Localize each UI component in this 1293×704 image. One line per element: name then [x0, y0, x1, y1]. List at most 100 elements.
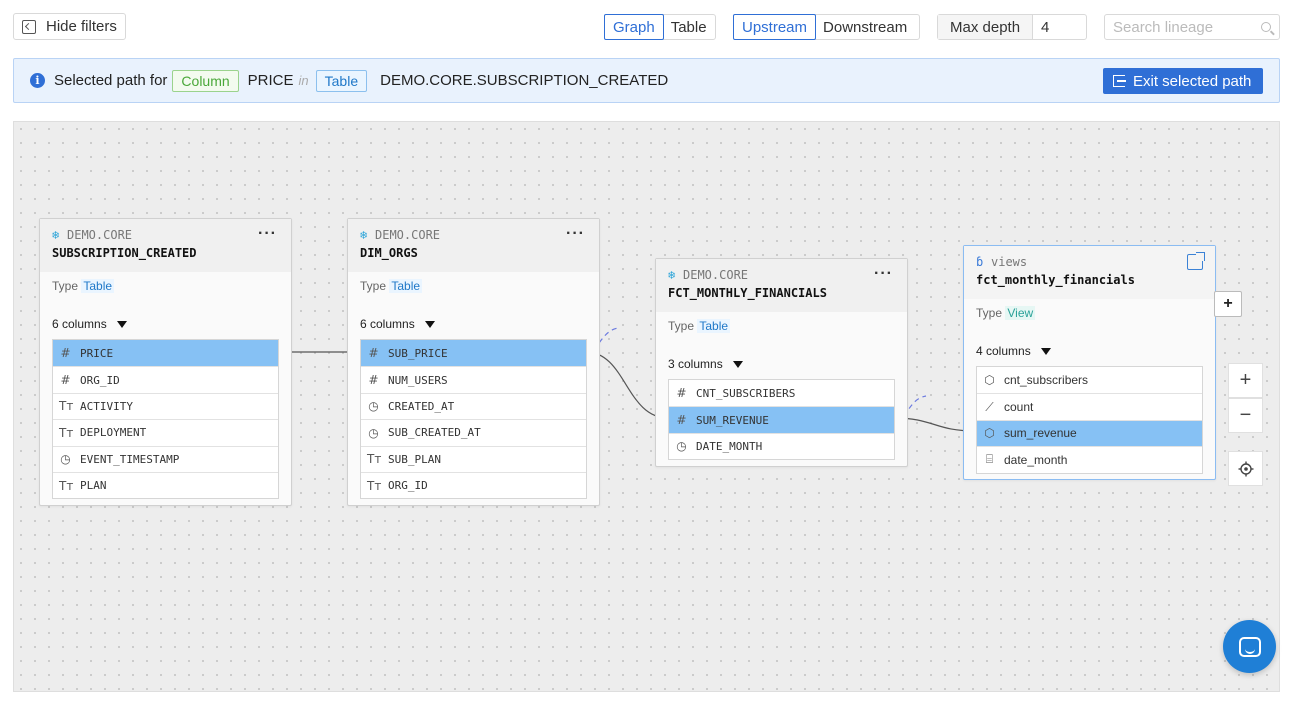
- node-schema: views: [991, 255, 1028, 269]
- node-type: Type Table: [668, 319, 731, 333]
- caret-down-icon: [1040, 347, 1051, 355]
- zoom-in-button[interactable]: +: [1228, 363, 1263, 398]
- node-schema: DEMO.CORE: [67, 228, 133, 242]
- node-fct-monthly-financials-view[interactable]: ɓ views fct_monthly_financials Type View …: [963, 245, 1216, 480]
- max-depth-input[interactable]: 4: [1033, 15, 1057, 39]
- column-row[interactable]: # CNT_SUBSCRIBERS: [669, 380, 894, 406]
- looker-icon: ɓ: [976, 254, 984, 269]
- column-row[interactable]: ◷ CREATED_AT: [361, 392, 586, 419]
- node-schema: DEMO.CORE: [375, 228, 441, 242]
- exit-icon: [1113, 75, 1126, 87]
- column-row[interactable]: Tт DEPLOYMENT: [53, 419, 278, 445]
- column-row[interactable]: ◷ EVENT_TIMESTAMP: [53, 445, 278, 472]
- type-badge: Table: [81, 279, 115, 293]
- node-name: fct_monthly_financials: [976, 273, 1135, 287]
- column-row[interactable]: ◷ DATE_MONTH: [669, 432, 894, 459]
- columns-toggle[interactable]: 3 columns: [656, 333, 907, 371]
- tab-table[interactable]: Table: [663, 15, 715, 39]
- collapse-panel-icon: [22, 19, 36, 34]
- text-icon: Tт: [59, 399, 74, 414]
- chat-icon: [1238, 636, 1261, 657]
- expand-lineage-button[interactable]: +: [1214, 291, 1242, 317]
- node-dim-orgs[interactable]: ❄ DEMO.CORE DIM_ORGS ··· Type Table 6 col…: [347, 218, 600, 506]
- column-row[interactable]: ◷ SUB_CREATED_AT: [361, 419, 586, 445]
- snowflake-icon: ❄: [360, 227, 368, 242]
- caret-down-icon: [732, 360, 743, 368]
- column-row[interactable]: # ORG_ID: [53, 366, 278, 392]
- direction-toggle: Upstream Downstream: [733, 14, 920, 40]
- text-icon: Tт: [367, 478, 382, 493]
- selected-path-banner: i Selected path for Column PRICE in Tabl…: [13, 58, 1280, 103]
- type-badge: Table: [697, 319, 731, 333]
- ruler-icon: ⟋: [985, 399, 994, 414]
- selected-column-name: PRICE: [247, 72, 294, 89]
- node-name: DIM_ORGS: [360, 246, 418, 260]
- caret-down-icon: [424, 320, 435, 328]
- clock-icon: ◷: [368, 399, 379, 414]
- column-list: # PRICE # ORG_ID Tт ACTIVITY Tт DEPLOYMENT ◷…: [52, 339, 279, 500]
- node-type: Type View: [976, 306, 1036, 320]
- banner-prefix: Selected path for: [54, 72, 168, 89]
- columns-count: 3 columns: [668, 357, 723, 371]
- recenter-button[interactable]: [1228, 451, 1263, 486]
- column-tag: Column: [172, 69, 239, 92]
- column-row[interactable]: # SUB_PRICE: [361, 340, 586, 367]
- column-row[interactable]: ⟋ count: [977, 393, 1202, 419]
- columns-toggle[interactable]: 6 columns: [40, 293, 291, 331]
- node-type: Type Table: [52, 279, 115, 293]
- view-toggle: Graph Table: [604, 14, 716, 40]
- chat-launcher-button[interactable]: [1223, 620, 1276, 673]
- column-row[interactable]: ⬡ sum_revenue: [977, 419, 1202, 447]
- type-badge: View: [1005, 306, 1036, 320]
- column-row[interactable]: ⌸ date_month: [977, 446, 1202, 472]
- hide-filters-label: Hide filters: [46, 18, 117, 35]
- info-icon: i: [30, 73, 45, 88]
- exit-label: Exit selected path: [1133, 72, 1252, 90]
- external-link-icon[interactable]: [1187, 252, 1205, 270]
- cube-icon: ⬡: [984, 373, 995, 388]
- max-depth-label: Max depth: [938, 15, 1034, 39]
- node-fct-monthly-financials[interactable]: ❄ DEMO.CORE FCT_MONTHLY_FINANCIALS ··· Ty…: [655, 258, 908, 467]
- column-row[interactable]: Tт PLAN: [53, 471, 278, 498]
- text-icon: Tт: [59, 425, 74, 440]
- text-icon: Tт: [367, 452, 382, 467]
- search-input[interactable]: [1113, 18, 1253, 36]
- search-icon: [1261, 22, 1271, 32]
- column-list: # SUB_PRICE # NUM_USERS ◷ CREATED_AT ◷ SUB_C…: [360, 339, 587, 500]
- column-list: # CNT_SUBSCRIBERS # SUM_REVENUE ◷ DATE_MONT…: [668, 379, 895, 461]
- column-row[interactable]: # SUM_REVENUE: [669, 406, 894, 433]
- zoom-out-button[interactable]: −: [1228, 398, 1263, 433]
- column-row[interactable]: Tт SUB_PLAN: [361, 445, 586, 472]
- node-header: ɓ views fct_monthly_financials: [964, 246, 1215, 299]
- columns-toggle[interactable]: 6 columns: [348, 293, 599, 331]
- text-icon: Tт: [59, 478, 74, 493]
- columns-count: 4 columns: [976, 344, 1031, 358]
- node-menu-button[interactable]: ···: [258, 225, 277, 243]
- tab-upstream[interactable]: Upstream: [733, 14, 817, 40]
- column-row[interactable]: Tт ORG_ID: [361, 471, 586, 498]
- columns-toggle[interactable]: 4 columns: [964, 320, 1215, 358]
- table-tag: Table: [315, 69, 368, 92]
- node-schema: DEMO.CORE: [683, 268, 749, 282]
- lineage-canvas[interactable]: ❄ DEMO.CORE SUBSCRIPTION_CREATED ··· Type…: [13, 121, 1280, 692]
- clock-icon: ◷: [368, 425, 379, 440]
- max-depth-control[interactable]: Max depth 4: [937, 14, 1087, 40]
- exit-selected-path-button[interactable]: Exit selected path: [1103, 68, 1263, 94]
- column-row[interactable]: # NUM_USERS: [361, 366, 586, 392]
- tab-graph[interactable]: Graph: [604, 14, 664, 40]
- node-header: ❄ DEMO.CORE DIM_ORGS ···: [348, 219, 599, 272]
- column-row[interactable]: ⬡ cnt_subscribers: [977, 367, 1202, 393]
- node-name: FCT_MONTHLY_FINANCIALS: [668, 286, 827, 300]
- node-subscription-created[interactable]: ❄ DEMO.CORE SUBSCRIPTION_CREATED ··· Type…: [39, 218, 292, 506]
- columns-count: 6 columns: [360, 317, 415, 331]
- hide-filters-button[interactable]: Hide filters: [13, 13, 126, 40]
- tab-downstream[interactable]: Downstream: [815, 15, 915, 39]
- selected-table-name: DEMO.CORE.SUBSCRIPTION_CREATED: [380, 72, 669, 89]
- column-row[interactable]: # PRICE: [53, 340, 278, 367]
- hash-icon: #: [60, 373, 71, 388]
- node-menu-button[interactable]: ···: [874, 265, 893, 283]
- hash-icon: #: [368, 346, 379, 361]
- column-row[interactable]: Tт ACTIVITY: [53, 392, 278, 419]
- node-menu-button[interactable]: ···: [566, 225, 585, 243]
- node-name: SUBSCRIPTION_CREATED: [52, 246, 197, 260]
